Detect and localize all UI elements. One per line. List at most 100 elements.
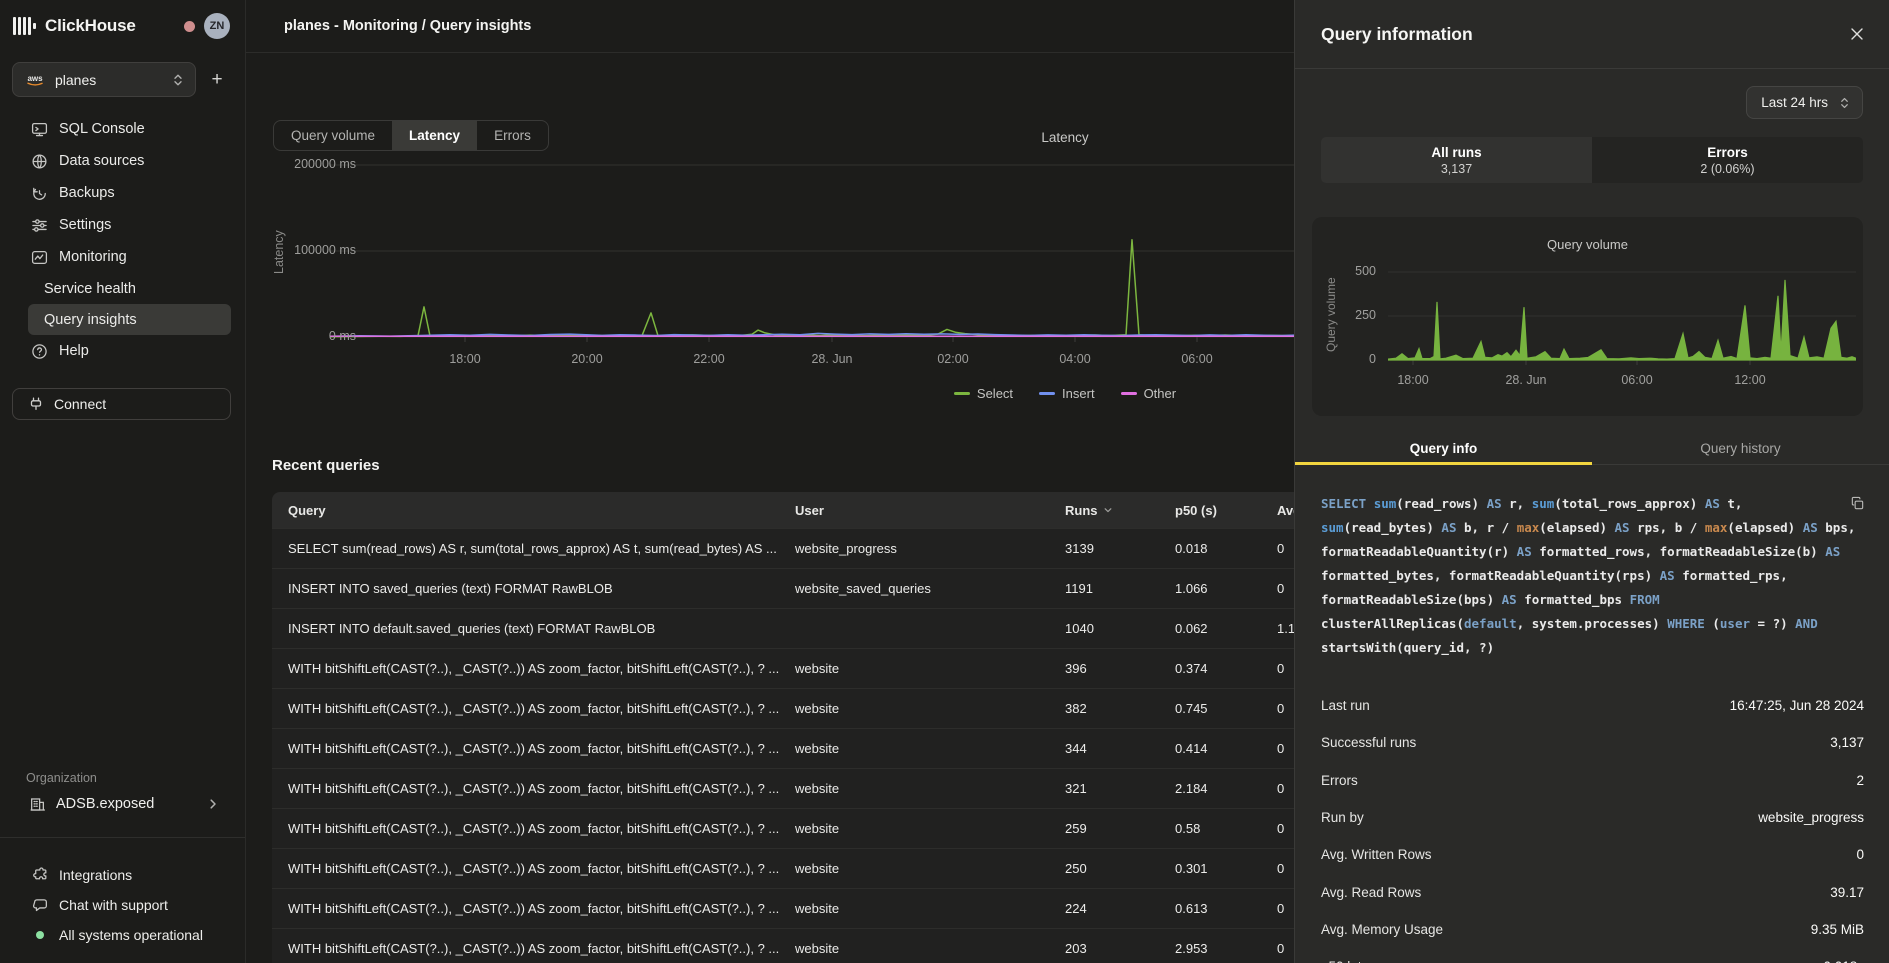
legend-item-other[interactable]: Other	[1121, 386, 1177, 401]
service-select[interactable]: aws planes	[12, 62, 196, 97]
table-cell: website_progress	[779, 541, 1049, 556]
query-volume-chart	[1388, 265, 1856, 369]
stat-value: website_progress	[1758, 810, 1864, 825]
stat-label: Avg. Memory Usage	[1321, 922, 1443, 937]
query-volume-card: Query volume Query volume 025050018:0028…	[1312, 217, 1863, 416]
building-icon	[29, 796, 46, 813]
sidebar-item-backups[interactable]: Backups	[14, 177, 231, 209]
table-cell: INSERT INTO saved_queries (text) FORMAT …	[272, 581, 779, 596]
table-cell: INSERT INTO default.saved_queries (text)…	[272, 621, 779, 636]
table-cell: WITH bitShiftLeft(CAST(?..), _CAST(?..))…	[272, 861, 779, 876]
footer-item-all-systems-operational[interactable]: All systems operational	[14, 920, 231, 950]
table-cell: website	[779, 781, 1049, 796]
chevron-right-icon	[207, 798, 219, 810]
sidebar-item-sql-console[interactable]: SQL Console	[14, 113, 231, 145]
sidebar-item-label: Data sources	[59, 153, 144, 169]
legend-label: Insert	[1062, 386, 1095, 401]
connect-label: Connect	[54, 396, 106, 412]
sidebar-item-settings[interactable]: Settings	[14, 209, 231, 241]
settings-icon	[31, 217, 49, 234]
table-cell: 321	[1049, 781, 1159, 796]
table-cell: WITH bitShiftLeft(CAST(?..), _CAST(?..))…	[272, 941, 779, 956]
table-cell: website_saved_queries	[779, 581, 1049, 596]
runs-errors-segmented-control: All runs 3,137 Errors 2 (0.06%)	[1321, 137, 1863, 183]
table-cell: SELECT sum(read_rows) AS r, sum(total_ro…	[272, 541, 779, 556]
table-cell: 344	[1049, 741, 1159, 756]
sql-code: SELECT sum(read_rows) AS r, sum(total_ro…	[1321, 492, 1856, 660]
y-axis-tick-label: 500	[1312, 264, 1376, 278]
avatar[interactable]: ZN	[204, 13, 230, 39]
clickhouse-logo-icon	[13, 17, 36, 35]
puzzle-icon	[31, 867, 49, 884]
time-range-value: Last 24 hrs	[1761, 95, 1828, 110]
column-header-runs[interactable]: Runs	[1049, 503, 1159, 518]
footer-item-label: Chat with support	[59, 897, 168, 913]
sidebar-item-data-sources[interactable]: Data sources	[14, 145, 231, 177]
sidebar-item-label: Help	[59, 343, 89, 359]
tab-query-info[interactable]: Query info	[1295, 434, 1592, 464]
x-axis-tick-label: 04:00	[1040, 352, 1110, 366]
table-cell: 203	[1049, 941, 1159, 956]
y-axis-tick-label: 0 ms	[246, 329, 356, 343]
sidebar-item-label: Monitoring	[59, 249, 127, 265]
footer-item-integrations[interactable]: Integrations	[14, 860, 231, 890]
table-cell: website	[779, 701, 1049, 716]
stat-value: 2	[1856, 773, 1864, 788]
stat-row-p50-latency: p50 latency0.018s	[1321, 948, 1864, 963]
table-cell: website	[779, 661, 1049, 676]
legend-item-select[interactable]: Select	[954, 386, 1013, 401]
footer-item-label: All systems operational	[59, 927, 203, 943]
copy-icon[interactable]	[1850, 496, 1865, 511]
column-header-user[interactable]: User	[779, 503, 1049, 518]
stat-row-avg-memory-usage: Avg. Memory Usage9.35 MiB	[1321, 911, 1864, 948]
stat-label: Avg. Read Rows	[1321, 885, 1421, 900]
table-cell: 259	[1049, 821, 1159, 836]
close-icon[interactable]	[1849, 26, 1865, 42]
help-icon	[31, 343, 49, 360]
query-information-panel: Query information Last 24 hrs All runs 3…	[1294, 0, 1889, 963]
legend-label: Other	[1144, 386, 1177, 401]
footer-item-label: Integrations	[59, 867, 132, 883]
x-axis-tick-label: 28. Jun	[1496, 373, 1556, 387]
column-header-query[interactable]: Query	[272, 503, 779, 518]
add-service-button[interactable]: +	[203, 66, 231, 94]
x-axis-tick-label: 28. Jun	[797, 352, 867, 366]
y-axis-tick-label: 0	[1312, 352, 1376, 366]
panel-title: Query information	[1321, 24, 1473, 45]
page-title: planes - Monitoring / Query insights	[284, 18, 531, 34]
table-cell: 3139	[1049, 541, 1159, 556]
sidebar-item-label: Query insights	[44, 312, 137, 328]
x-axis-tick-label: 18:00	[430, 352, 500, 366]
table-cell: 1040	[1049, 621, 1159, 636]
connect-button[interactable]: Connect	[12, 388, 231, 420]
sidebar-item-query-insights[interactable]: Query insights	[28, 304, 231, 335]
segment-all-runs[interactable]: All runs 3,137	[1321, 137, 1592, 183]
brand-row: ClickHouse ZN	[0, 0, 245, 52]
table-cell: 0.414	[1159, 741, 1261, 756]
table-cell: 1191	[1049, 581, 1159, 596]
sidebar-item-monitoring[interactable]: Monitoring	[14, 241, 231, 273]
chevron-updown-icon	[172, 73, 184, 87]
x-axis-tick-label: 02:00	[918, 352, 988, 366]
stat-row-avg-written-rows: Avg. Written Rows0	[1321, 836, 1864, 873]
organization-item[interactable]: ADSB.exposed	[14, 788, 231, 820]
segment-errors[interactable]: Errors 2 (0.06%)	[1592, 137, 1863, 183]
panel-header: Query information	[1295, 0, 1889, 69]
table-cell: website	[779, 901, 1049, 916]
sidebar-item-label: Service health	[44, 281, 136, 297]
footer-item-chat-with-support[interactable]: Chat with support	[14, 890, 231, 920]
time-range-select[interactable]: Last 24 hrs	[1746, 86, 1863, 119]
organization-section: Organization ADSB.exposed	[0, 771, 245, 820]
sidebar-item-help[interactable]: Help	[14, 335, 231, 367]
column-header-p50-s[interactable]: p50 (s)	[1159, 503, 1261, 518]
legend-label: Select	[977, 386, 1013, 401]
stat-label: Last run	[1321, 698, 1370, 713]
legend-item-insert[interactable]: Insert	[1039, 386, 1095, 401]
table-cell: WITH bitShiftLeft(CAST(?..), _CAST(?..))…	[272, 781, 779, 796]
tab-query-history[interactable]: Query history	[1592, 434, 1889, 464]
table-cell: 396	[1049, 661, 1159, 676]
notification-dot-icon	[184, 21, 195, 32]
x-axis-tick-label: 12:00	[1720, 373, 1780, 387]
sidebar-item-service-health[interactable]: Service health	[28, 273, 231, 304]
legend-swatch-icon	[1121, 392, 1137, 395]
